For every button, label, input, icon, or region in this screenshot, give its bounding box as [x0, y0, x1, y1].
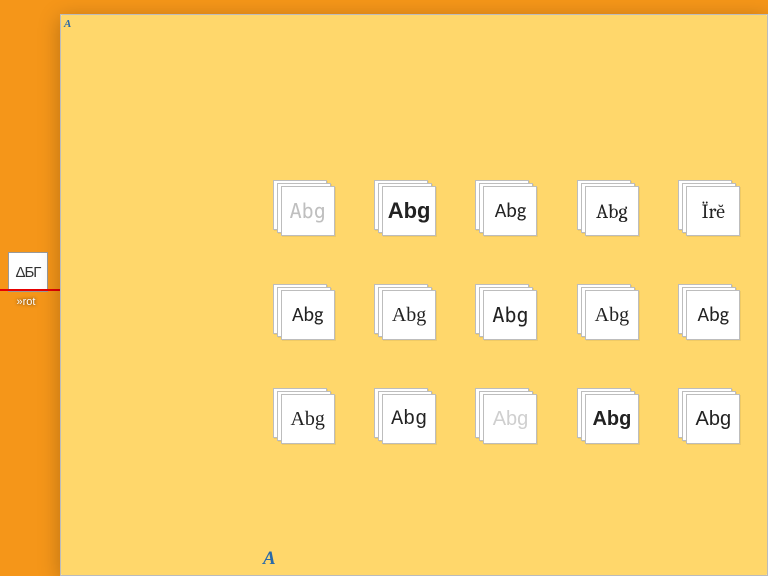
desktop-font-file[interactable]: ΔБΓ »rot	[2, 252, 54, 308]
font-preview-icon: Abg	[475, 388, 539, 444]
fonts-folder-icon: A	[256, 544, 284, 572]
font-preview-icon: Ïrĕ	[678, 180, 742, 236]
font-preview-icon: Abg	[273, 388, 337, 444]
nav-bar: A › Control Panel› Appearance and Person…	[61, 43, 767, 75]
font-preview-icon: Abg	[577, 180, 641, 236]
font-preview-icon: Abg	[374, 284, 438, 340]
font-file-icon: ΔБΓ	[8, 252, 48, 292]
font-preview-icon: Abg	[374, 180, 438, 236]
desktop-icon-label: »rot	[0, 296, 56, 308]
font-preview-icon: Abg	[475, 180, 539, 236]
font-preview-icon: Abg	[577, 284, 641, 340]
fonts-window: A Fonts A › Control Panel› Appearance an…	[60, 14, 768, 576]
address-bar[interactable]: A › Control Panel› Appearance and Person…	[183, 47, 599, 71]
font-preview-icon: Abg	[678, 388, 742, 444]
font-preview-icon: Abg	[273, 180, 337, 236]
font-preview-icon: Abg	[678, 284, 742, 340]
font-preview-icon: Abg	[577, 388, 641, 444]
font-preview-icon: Abg	[374, 388, 438, 444]
font-preview-icon: Abg	[475, 284, 539, 340]
font-preview-icon: Abg	[273, 284, 337, 340]
